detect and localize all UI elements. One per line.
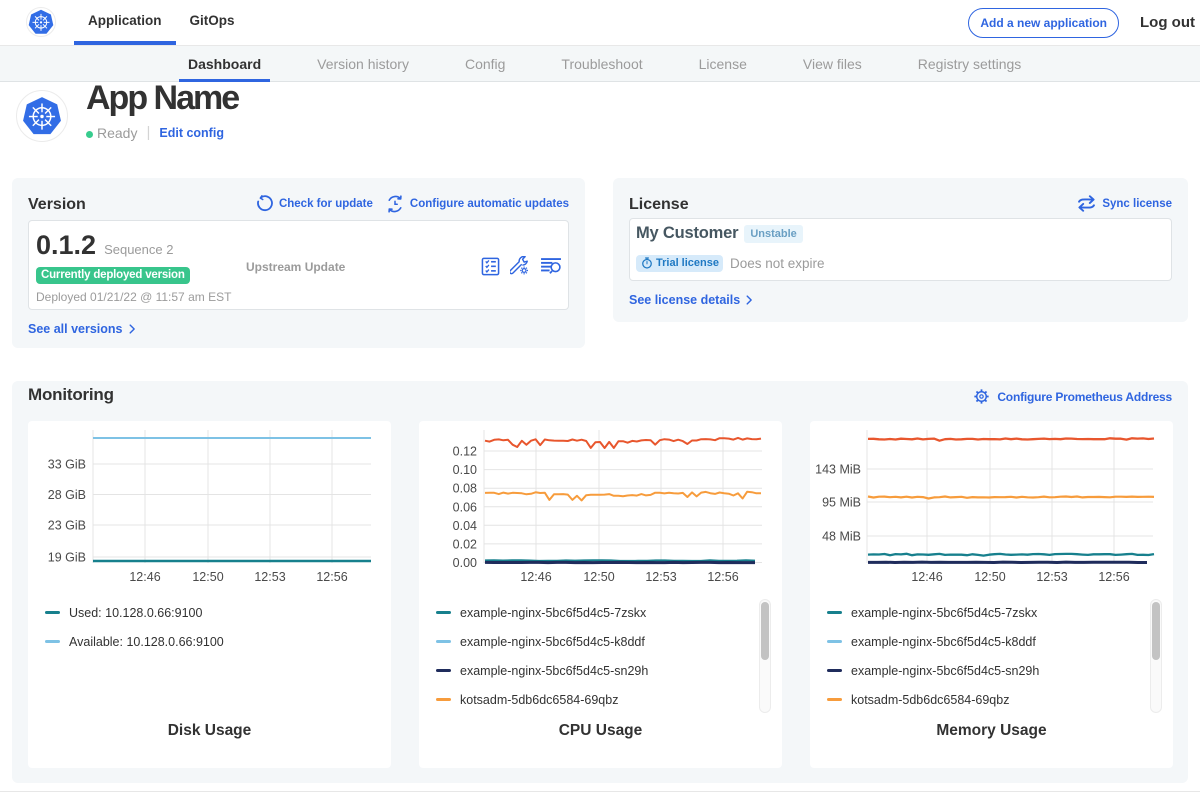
svg-text:0.10: 0.10: [453, 463, 477, 477]
svg-text:12:53: 12:53: [1036, 570, 1067, 584]
svg-text:12:50: 12:50: [583, 570, 614, 584]
svg-text:0.06: 0.06: [453, 500, 477, 514]
svg-text:48 MiB: 48 MiB: [822, 530, 861, 544]
svg-text:0.00: 0.00: [453, 556, 477, 570]
svg-text:12:50: 12:50: [192, 570, 223, 584]
svg-text:33 GiB: 33 GiB: [48, 458, 86, 472]
svg-text:0.04: 0.04: [453, 519, 477, 533]
svg-text:12:56: 12:56: [1098, 570, 1129, 584]
svg-text:12:46: 12:46: [520, 570, 551, 584]
svg-text:12:50: 12:50: [974, 570, 1005, 584]
svg-text:28 GiB: 28 GiB: [48, 488, 86, 502]
svg-text:12:46: 12:46: [129, 570, 160, 584]
svg-text:23 GiB: 23 GiB: [48, 519, 86, 533]
svg-text:12:46: 12:46: [911, 570, 942, 584]
svg-text:0.08: 0.08: [453, 482, 477, 496]
svg-text:12:56: 12:56: [316, 570, 347, 584]
svg-text:12:56: 12:56: [707, 570, 738, 584]
svg-text:19 GiB: 19 GiB: [48, 551, 86, 565]
svg-text:0.12: 0.12: [453, 445, 477, 459]
svg-text:143 MiB: 143 MiB: [815, 463, 861, 477]
svg-text:0.02: 0.02: [453, 537, 477, 551]
svg-text:12:53: 12:53: [645, 570, 676, 584]
svg-text:12:53: 12:53: [254, 570, 285, 584]
svg-text:95 MiB: 95 MiB: [822, 496, 861, 510]
